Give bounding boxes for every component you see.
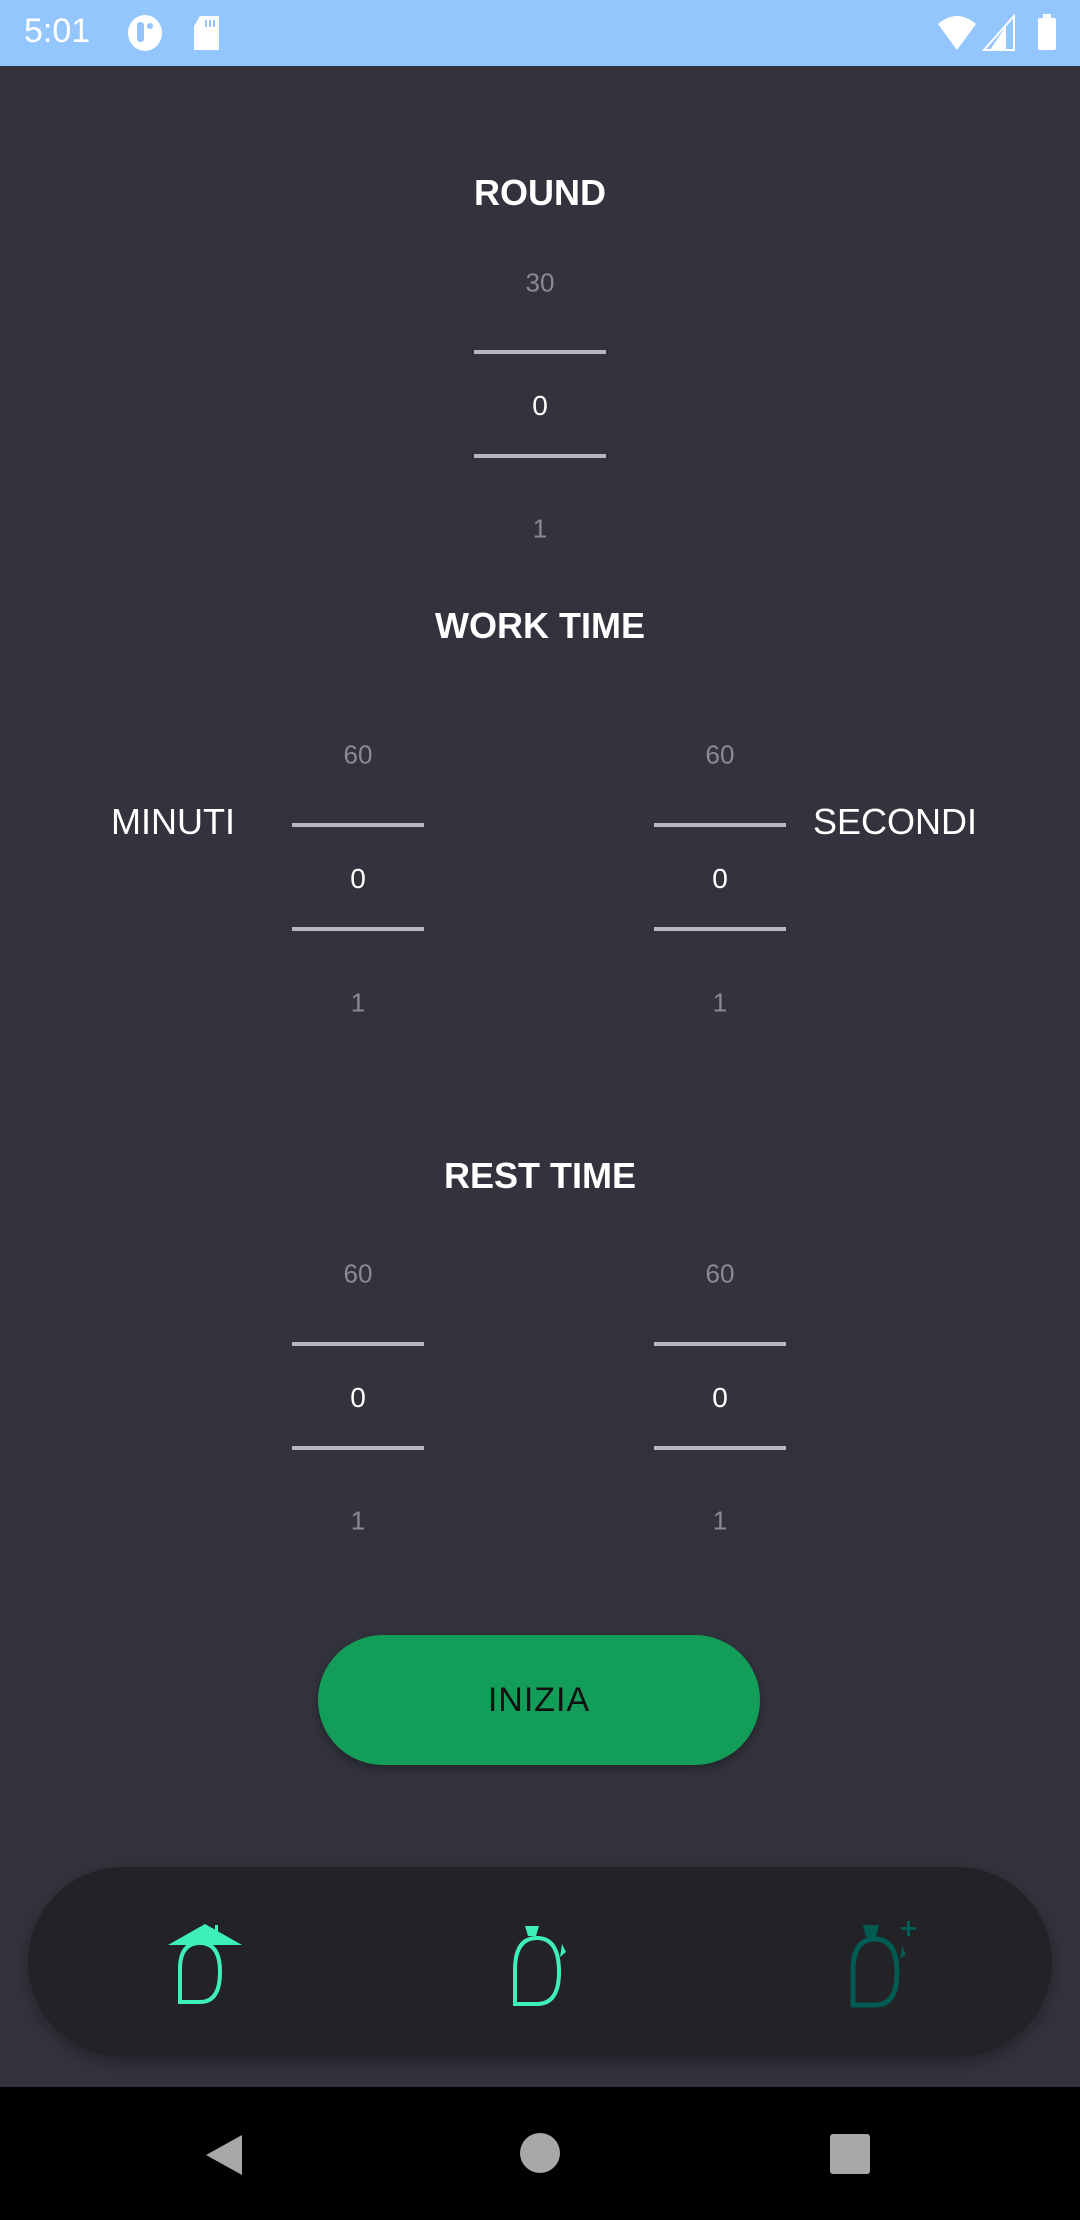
start-button[interactable]: INIZIA (318, 1635, 760, 1765)
work-minutes-next[interactable]: 1 (258, 988, 458, 1019)
rest-minutes-prev[interactable]: 60 (258, 1259, 458, 1290)
round-title: ROUND (474, 172, 606, 213)
picker-divider (654, 1446, 786, 1450)
work-seconds-selected[interactable]: 0 (620, 863, 820, 895)
picker-divider (292, 927, 424, 931)
round-next-value[interactable]: 1 (440, 514, 640, 545)
work-minutes-selected[interactable]: 0 (258, 863, 458, 895)
cell-signal-icon (982, 14, 1015, 51)
round-prev-value[interactable]: 30 (440, 268, 640, 299)
home-timer-icon[interactable] (160, 1922, 250, 2012)
picker-divider (474, 454, 606, 458)
picker-divider (654, 1342, 786, 1346)
work-seconds-next[interactable]: 1 (620, 988, 820, 1019)
work-time-title: WORK TIME (435, 605, 645, 646)
stopwatch-add-icon[interactable] (840, 1919, 930, 2014)
home-icon[interactable] (519, 2132, 561, 2174)
picker-divider (292, 823, 424, 827)
recents-icon[interactable] (829, 2133, 871, 2175)
picker-divider (292, 1342, 424, 1346)
rest-seconds-selected[interactable]: 0 (620, 1382, 820, 1414)
picker-divider (654, 927, 786, 931)
system-nav-bar (0, 2087, 1080, 2220)
battery-icon (1038, 14, 1056, 50)
minutes-label: MINUTI (111, 801, 235, 842)
rest-seconds-prev[interactable]: 60 (620, 1259, 820, 1290)
seconds-label: SECONDI (812, 801, 978, 842)
picker-divider (292, 1446, 424, 1450)
round-selected-value[interactable]: 0 (440, 390, 640, 422)
rest-minutes-selected[interactable]: 0 (258, 1382, 458, 1414)
sd-card-icon (194, 16, 219, 50)
picker-divider (474, 350, 606, 354)
app-notification-icon (128, 15, 162, 51)
status-time: 5:01 (24, 12, 91, 50)
work-seconds-prev[interactable]: 60 (620, 740, 820, 771)
rest-time-title: REST TIME (443, 1155, 636, 1196)
picker-divider (654, 823, 786, 827)
wifi-icon (938, 16, 976, 50)
stopwatch-icon[interactable] (500, 1922, 590, 2012)
rest-minutes-next[interactable]: 1 (258, 1506, 458, 1537)
back-icon[interactable] (204, 2133, 244, 2177)
status-bar: 5:01 (0, 0, 1080, 66)
start-button-label: INIZIA (487, 1680, 591, 1719)
rest-seconds-next[interactable]: 1 (620, 1506, 820, 1537)
bottom-nav (28, 1867, 1052, 2057)
work-minutes-prev[interactable]: 60 (258, 740, 458, 771)
